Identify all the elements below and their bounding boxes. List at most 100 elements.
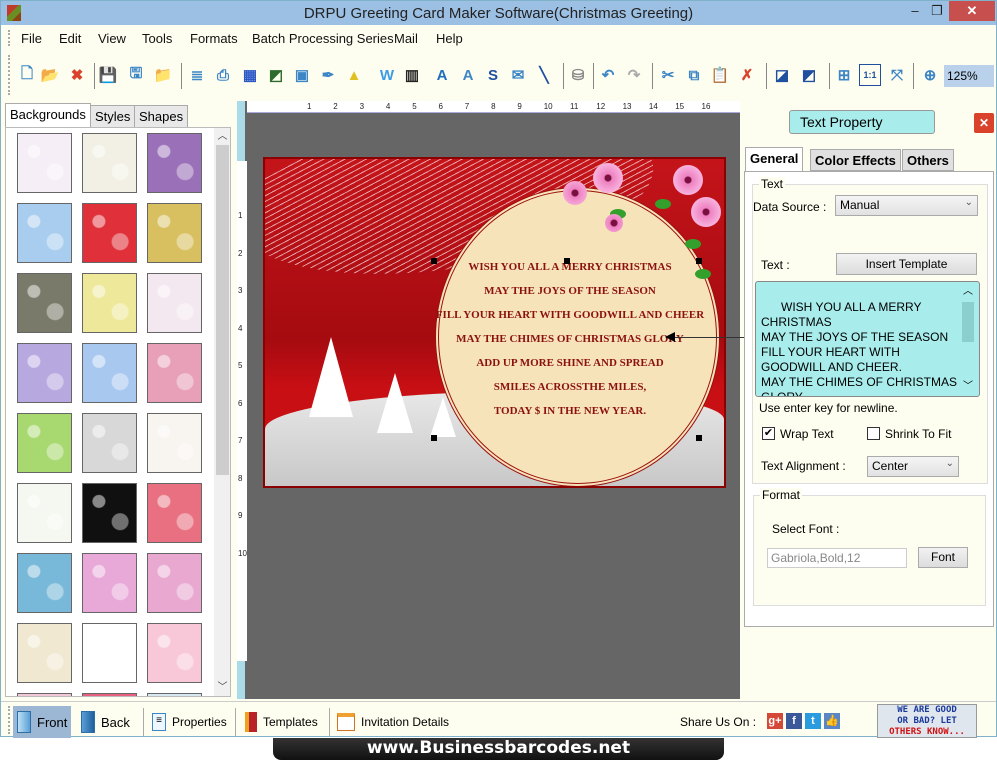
background-thumbnail-colorful-dots-pattern[interactable]	[82, 273, 137, 333]
maximize-button[interactable]: ❐	[923, 1, 951, 21]
layers-icon[interactable]: ▦	[239, 64, 261, 86]
redo-icon[interactable]: ↷	[623, 64, 645, 86]
properties-icon[interactable]: ≣	[186, 64, 208, 86]
google-plus-icon[interactable]: g+	[767, 713, 783, 729]
insert-template-button[interactable]: Insert Template	[836, 253, 977, 275]
font-field[interactable]: Gabriola,Bold,12	[767, 548, 907, 568]
signature-icon[interactable]: S	[482, 64, 504, 86]
resize-handle[interactable]	[564, 258, 570, 264]
background-thumbnail-pinwheel-pattern[interactable]	[147, 553, 202, 613]
menu-batch-processing[interactable]: Batch Processing Series	[252, 31, 394, 46]
save-as-icon[interactable]: 🖫	[125, 64, 147, 86]
background-thumbnail-fireworks-pattern[interactable]	[82, 483, 137, 543]
background-thumbnail-pastel-circles-pattern[interactable]	[17, 343, 72, 403]
background-thumbnail-clouds-pattern[interactable]	[17, 203, 72, 263]
resize-handle[interactable]	[696, 435, 702, 441]
invitation-details-button[interactable]: Invitation Details	[333, 706, 453, 738]
background-thumbnail-grey-roses-pattern[interactable]	[17, 273, 72, 333]
wrap-text-checkbox[interactable]: ✔	[762, 427, 775, 440]
new-icon[interactable]: 🗋	[16, 64, 38, 86]
background-thumbnail-strawberry-pattern[interactable]	[82, 203, 137, 263]
scroll-up-icon[interactable]: ︿	[963, 284, 973, 299]
background-thumbnail-purple-flowers-pattern[interactable]	[147, 133, 202, 193]
gallery-scrollbar[interactable]: ︿ ﹀	[214, 128, 230, 696]
paste-icon[interactable]: 📋	[709, 64, 731, 86]
facebook-icon[interactable]: f	[786, 713, 802, 729]
background-thumbnail-red-hearts-pattern[interactable]	[147, 483, 202, 543]
background-thumbnail-baby-doodle-pattern[interactable]	[82, 133, 137, 193]
delete-icon[interactable]: ✗	[736, 64, 758, 86]
background-thumbnail-pastel-stripes-pattern[interactable]	[17, 623, 72, 683]
background-thumbnail-gifts-pattern[interactable]	[147, 273, 202, 333]
templates-button[interactable]: Templates	[241, 706, 322, 738]
font-button[interactable]: Font	[918, 547, 968, 568]
background-thumbnail-leaves-pattern[interactable]	[147, 203, 202, 263]
cut-icon[interactable]: ✂	[657, 64, 679, 86]
textarea-scrollbar[interactable]: ︿ ﹀	[961, 286, 975, 392]
scroll-down-icon[interactable]: ﹀	[963, 379, 973, 394]
menu-edit[interactable]: Edit	[59, 31, 81, 46]
tab-general[interactable]: General	[745, 147, 804, 172]
tab-backgrounds[interactable]: Backgrounds	[5, 103, 91, 128]
zoom-in-icon[interactable]: ⊕	[919, 64, 941, 86]
greeting-card[interactable]: WISH YOU ALL A MERRY CHRISTMAS MAY THE JO…	[263, 157, 726, 488]
database-icon[interactable]: ⛁	[567, 64, 589, 86]
background-icon[interactable]: ◩	[265, 64, 287, 86]
tab-styles[interactable]: Styles	[90, 105, 136, 127]
scroll-down-icon[interactable]: ﹀	[214, 679, 230, 696]
menu-formats[interactable]: Formats	[190, 31, 238, 46]
background-thumbnail-white-heart-pattern[interactable]	[82, 413, 137, 473]
bottom-grip[interactable]	[8, 706, 10, 734]
insert-image-icon[interactable]: ▣	[291, 64, 313, 86]
toolbar-grip[interactable]	[8, 55, 10, 95]
background-thumbnail-kids-doodle-pattern[interactable]	[147, 413, 202, 473]
line-icon[interactable]: ╲	[533, 64, 555, 86]
properties-button[interactable]: ≡ Properties	[148, 706, 231, 738]
open-icon[interactable]: 📂	[39, 64, 61, 86]
twitter-icon[interactable]: t	[805, 713, 821, 729]
background-thumbnail-green-ornament-pattern[interactable]	[17, 483, 72, 543]
barcode-icon[interactable]: ▥	[401, 64, 423, 86]
tab-others[interactable]: Others	[902, 149, 954, 171]
scrollbar-thumb[interactable]	[216, 145, 229, 475]
shapes-icon[interactable]: ▲	[343, 64, 365, 86]
panel-close-icon[interactable]: ✕	[974, 113, 994, 133]
data-source-select[interactable]: Manual ⌄	[835, 195, 978, 216]
zoom-level-field[interactable]: 125%	[944, 65, 994, 87]
bring-front-icon[interactable]: ◪	[771, 64, 793, 86]
export-icon[interactable]: 📁	[152, 64, 174, 86]
background-thumbnail-santa-pattern[interactable]	[17, 553, 72, 613]
text-input-area[interactable]: WISH YOU ALL A MERRY CHRISTMAS MAY THE J…	[755, 281, 980, 397]
menu-tools[interactable]: Tools	[142, 31, 172, 46]
close-file-icon[interactable]: ✖	[66, 64, 88, 86]
resize-handle[interactable]	[431, 435, 437, 441]
tab-color-effects[interactable]: Color Effects	[810, 149, 901, 171]
menu-view[interactable]: View	[98, 31, 126, 46]
background-thumbnail-snowflakes-pattern[interactable]	[82, 343, 137, 403]
background-thumbnail[interactable]	[17, 693, 72, 696]
background-thumbnail-mandala-pattern[interactable]	[147, 343, 202, 403]
resize-handle[interactable]	[696, 258, 702, 264]
like-icon[interactable]: 👍	[824, 713, 840, 729]
background-thumbnail-pink-dress-pattern[interactable]	[147, 623, 202, 683]
pen-icon[interactable]: ✒	[317, 64, 339, 86]
background-thumbnail-baby-pink-pattern[interactable]	[17, 133, 72, 193]
print-icon[interactable]: ⎙	[212, 64, 234, 86]
text-alignment-select[interactable]: Center ⌄	[867, 456, 959, 477]
front-button[interactable]: Front	[13, 706, 72, 738]
wordart-icon[interactable]: W	[376, 64, 398, 86]
mail-icon[interactable]: ✉	[507, 64, 529, 86]
background-thumbnail[interactable]	[82, 693, 137, 696]
scrollbar-thumb[interactable]	[962, 302, 974, 342]
fit-window-icon[interactable]: ⤧	[886, 64, 908, 86]
background-thumbnail[interactable]	[147, 693, 202, 696]
background-thumbnail-pink-bokeh-pattern[interactable]	[82, 553, 137, 613]
close-button[interactable]: ✕	[949, 1, 995, 21]
copy-icon[interactable]: ⧉	[683, 64, 705, 86]
menu-file[interactable]: File	[21, 31, 42, 46]
scroll-up-icon[interactable]: ︿	[214, 128, 230, 145]
grid-icon[interactable]: ⊞	[833, 64, 855, 86]
save-icon[interactable]: 💾	[97, 64, 119, 86]
feedback-banner[interactable]: WE ARE GOOD OR BAD? LET OTHERS KNOW...	[877, 704, 977, 738]
background-thumbnail-teddy-bear-pattern[interactable]	[82, 623, 137, 683]
